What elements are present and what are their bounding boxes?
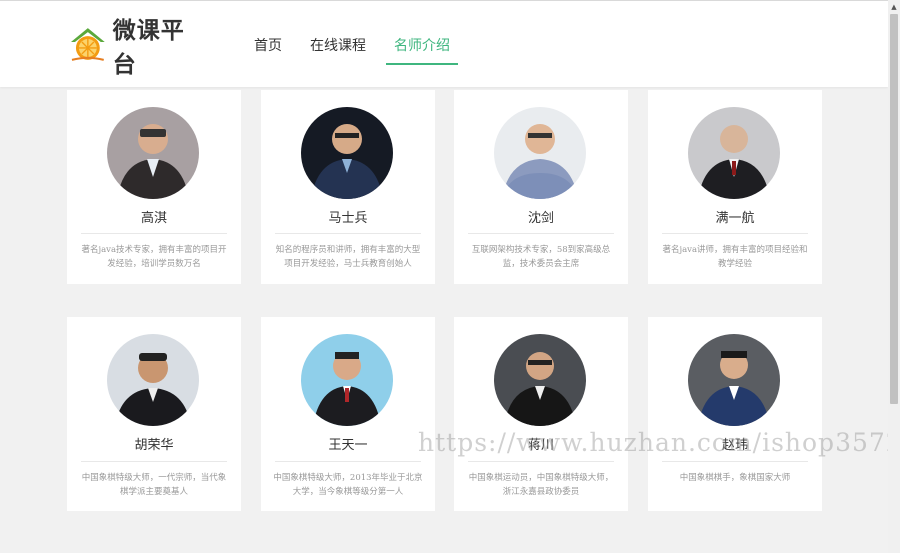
divider <box>662 233 808 234</box>
teacher-description: 中国象棋特级大师，2013年毕业于北京大学，当今象棋等级分第一人 <box>273 473 423 497</box>
divider <box>275 233 421 234</box>
divider <box>662 461 808 462</box>
teacher-description: 互联网架构技术专家，58到家高级总监，技术委员会主席 <box>471 245 611 269</box>
teacher-name: 沈剑 <box>527 211 554 226</box>
teacher-photo <box>301 334 393 426</box>
scroll-thumb[interactable] <box>890 14 898 404</box>
orange-house-logo-icon <box>70 28 105 61</box>
teacher-description: 著名java技术专家，拥有丰富的项目开发经验，培训学员数万名 <box>81 245 227 269</box>
scroll-up-arrow-icon[interactable]: ▲ <box>888 0 900 14</box>
teacher-photo <box>494 334 586 426</box>
teacher-description: 著名java讲师，拥有丰富的项目经验和教学经验 <box>662 245 808 269</box>
watermark: https://www.huzhan.com/ishop3572 <box>418 428 900 457</box>
teacher-card[interactable]: 赵玮 中国象棋棋手，象棋国家大师 <box>648 317 822 511</box>
nav-teachers[interactable]: 名师介绍 <box>386 23 458 65</box>
teacher-description: 知名的程序员和讲师，拥有丰富的大型项目开发经验，马士兵教育创始人 <box>275 245 421 269</box>
teacher-card[interactable]: 高淇 著名java技术专家，拥有丰富的项目开发经验，培训学员数万名 <box>67 90 241 284</box>
nav-home[interactable]: 首页 <box>246 23 290 63</box>
teacher-photo <box>688 334 780 426</box>
teacher-photo <box>107 107 199 199</box>
teacher-card[interactable]: 满一航 著名java讲师，拥有丰富的项目经验和教学经验 <box>648 90 822 284</box>
vertical-scrollbar[interactable]: ▲ <box>888 0 900 553</box>
teacher-name: 胡荣华 <box>134 438 174 453</box>
teacher-description: 中国象棋特级大师，一代宗师，当代象棋学派主要奠基人 <box>81 473 227 497</box>
divider <box>81 461 227 462</box>
teacher-card[interactable]: 马士兵 知名的程序员和讲师，拥有丰富的大型项目开发经验，马士兵教育创始人 <box>261 90 435 284</box>
teacher-card[interactable]: 沈剑 互联网架构技术专家，58到家高级总监，技术委员会主席 <box>454 90 628 284</box>
teacher-card[interactable]: 蒋川 中国象棋运动员，中国象棋特级大师，浙江永嘉县政协委员 <box>454 317 628 511</box>
teacher-name: 马士兵 <box>328 211 368 226</box>
nav-courses[interactable]: 在线课程 <box>302 23 374 63</box>
main-nav: 首页 在线课程 名师介绍 <box>246 23 470 65</box>
site-logo[interactable]: 微课平台 <box>68 18 208 78</box>
teacher-description: 中国象棋运动员，中国象棋特级大师，浙江永嘉县政协委员 <box>468 473 614 497</box>
teacher-name: 高淇 <box>140 211 167 226</box>
teacher-photo <box>688 107 780 199</box>
teacher-photo <box>107 334 199 426</box>
divider <box>468 461 614 462</box>
teacher-name: 王天一 <box>328 438 368 453</box>
site-header: 微课平台 首页 在线课程 名师介绍 <box>0 0 888 87</box>
teacher-photo <box>301 107 393 199</box>
teacher-name: 满一航 <box>715 211 755 226</box>
logo-text: 微课平台 <box>112 18 185 78</box>
teacher-card[interactable]: 王天一 中国象棋特级大师，2013年毕业于北京大学，当今象棋等级分第一人 <box>261 317 435 511</box>
divider <box>468 233 614 234</box>
divider <box>81 233 227 234</box>
teacher-description: 中国象棋棋手，象棋国家大师 <box>679 473 791 483</box>
teacher-photo <box>494 107 586 199</box>
teacher-card[interactable]: 胡荣华 中国象棋特级大师，一代宗师，当代象棋学派主要奠基人 <box>67 317 241 511</box>
divider <box>275 461 421 462</box>
